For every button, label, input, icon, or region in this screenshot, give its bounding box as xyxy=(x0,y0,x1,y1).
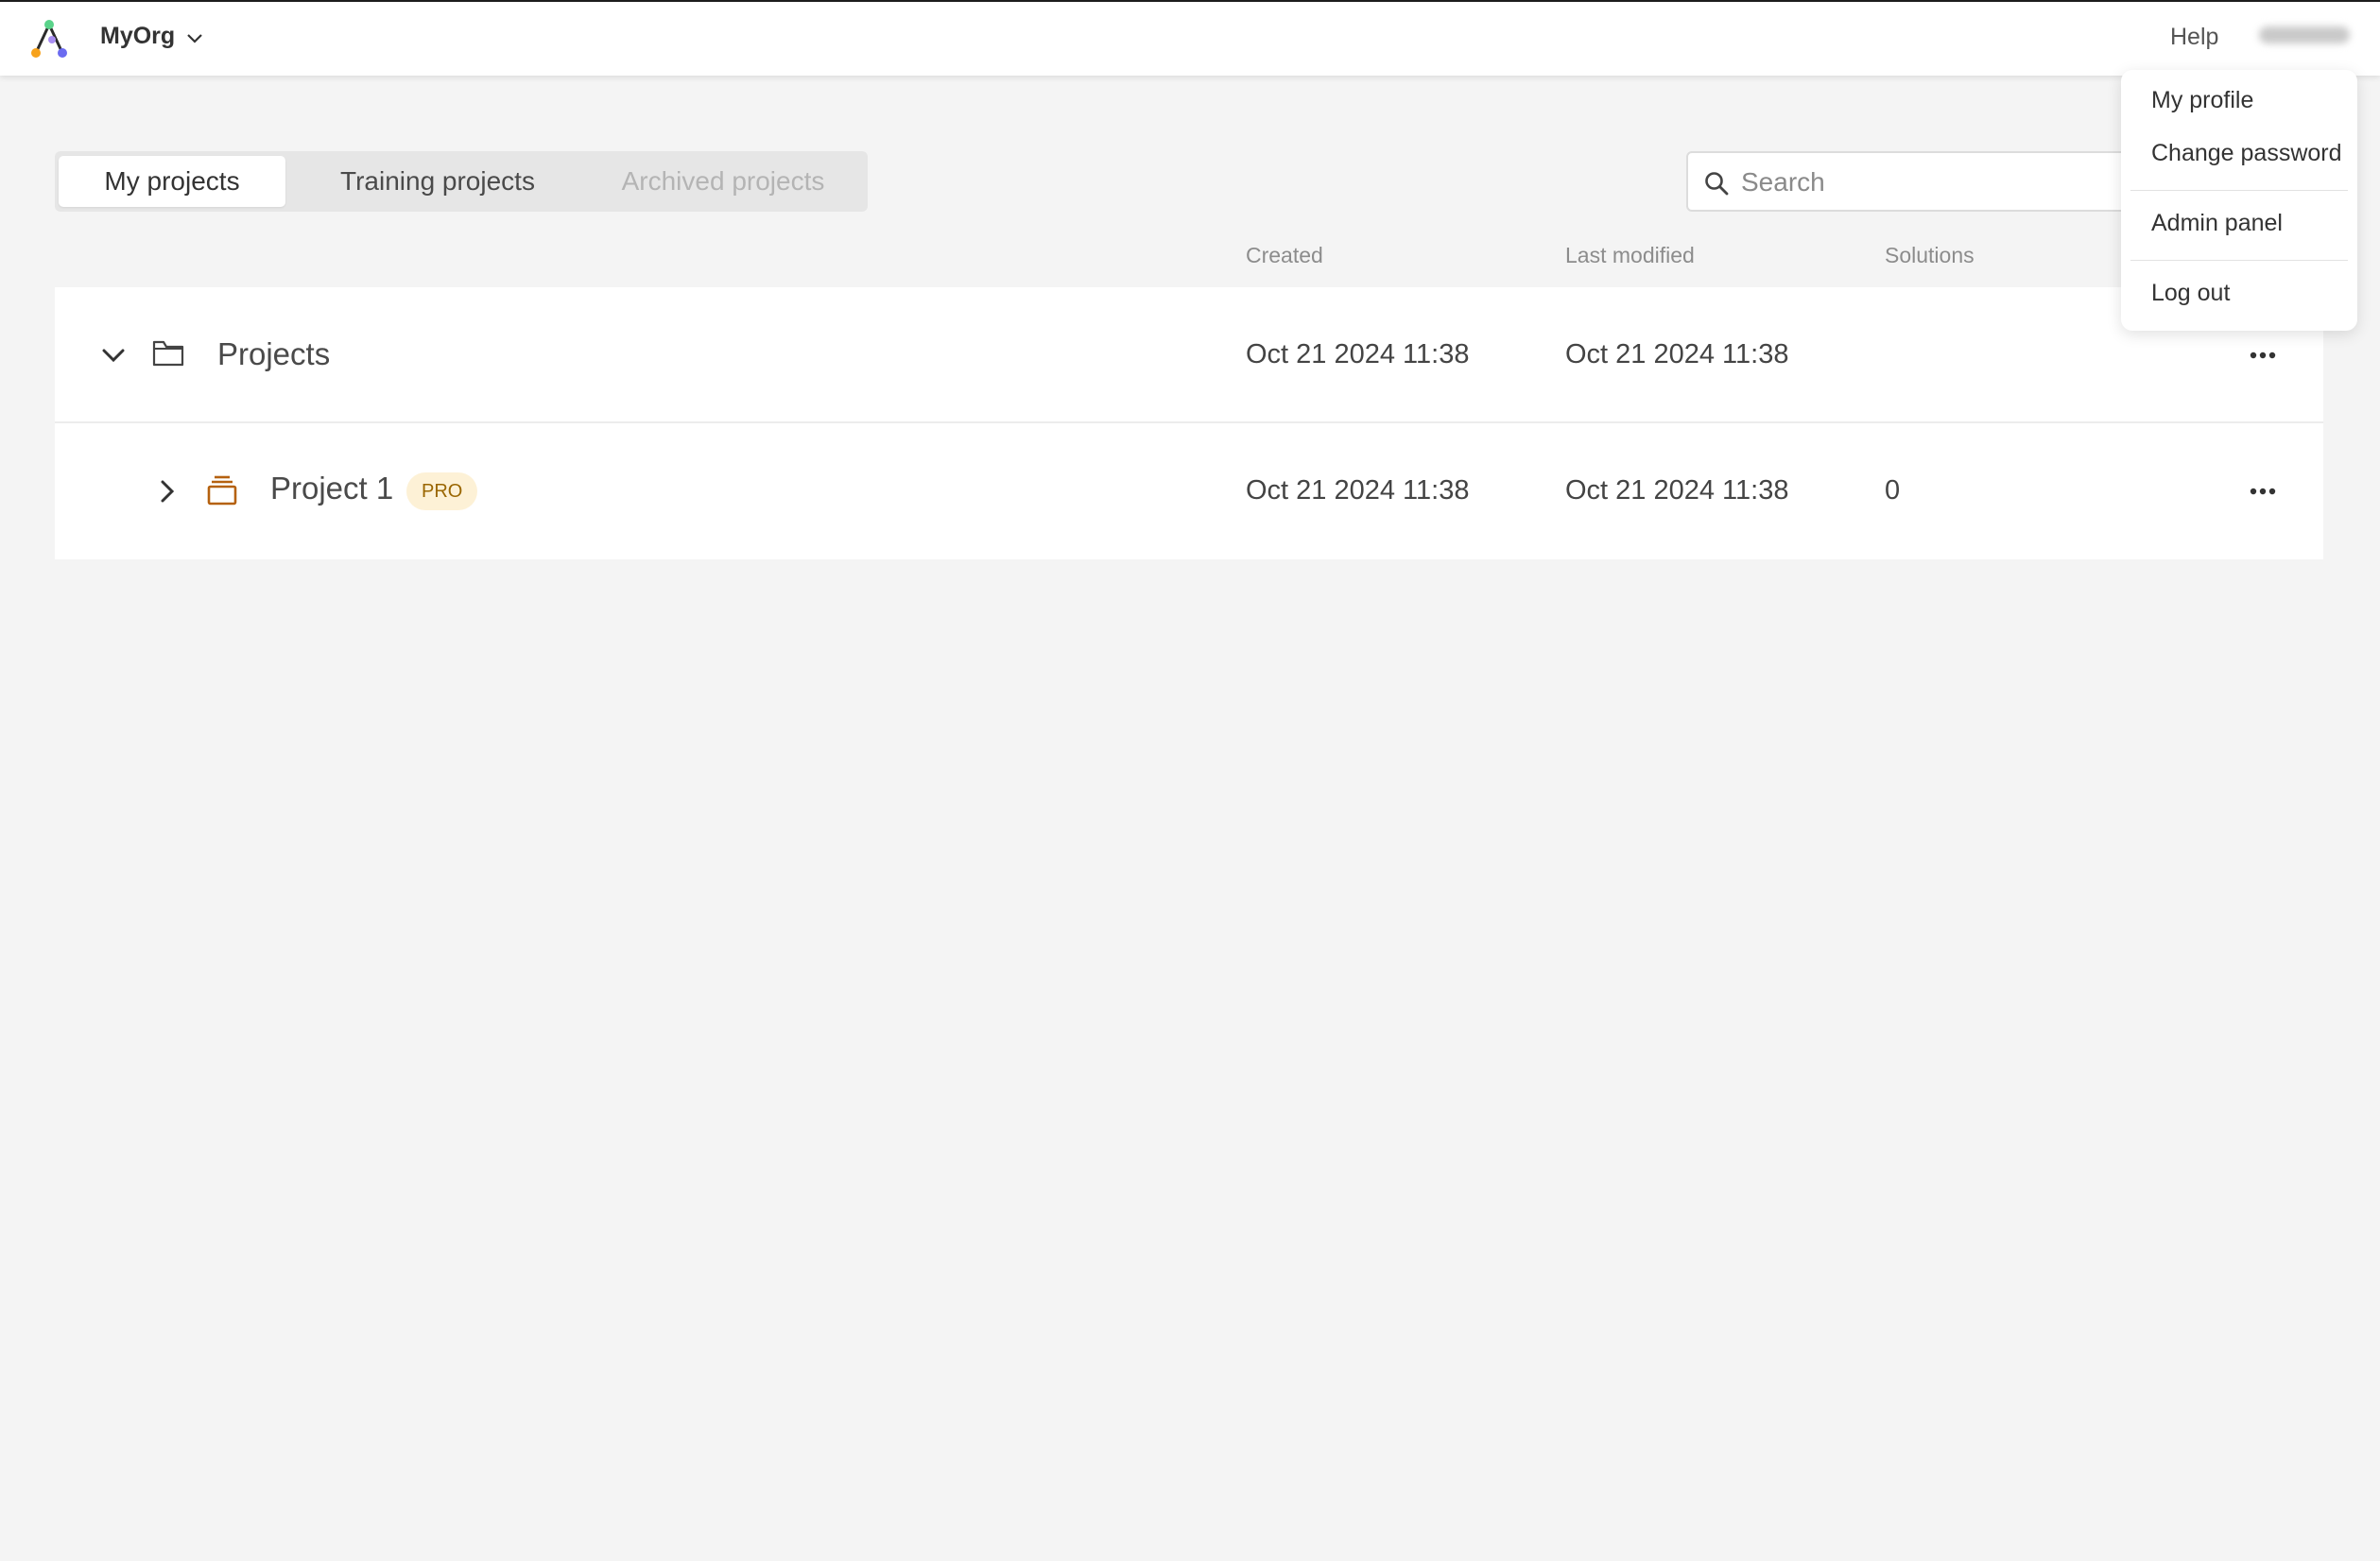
tab-training-projects[interactable]: Training projects xyxy=(319,156,556,207)
more-horizontal-icon[interactable] xyxy=(2244,472,2282,510)
stack-icon xyxy=(207,475,237,506)
menu-item-change-password[interactable]: Change password xyxy=(2151,140,2342,167)
pro-badge: PRO xyxy=(406,472,478,510)
project-tabs: My projects Training projects Archived p… xyxy=(55,151,868,212)
more-horizontal-icon[interactable] xyxy=(2244,336,2282,374)
user-menu-trigger[interactable] xyxy=(2259,26,2350,43)
help-link[interactable]: Help xyxy=(2170,24,2218,51)
row-created: Oct 21 2024 11:38 xyxy=(1246,339,1470,369)
row-name[interactable]: Project 1 xyxy=(270,471,393,506)
table-row[interactable]: Projects Oct 21 2024 11:38 Oct 21 2024 1… xyxy=(55,287,2323,423)
user-dropdown-menu: My profile Change password Admin panel L… xyxy=(2121,70,2357,331)
chevron-right-icon[interactable] xyxy=(155,478,180,505)
menu-item-log-out[interactable]: Log out xyxy=(2151,280,2230,307)
menu-divider xyxy=(2130,260,2348,261)
chevron-down-icon[interactable] xyxy=(100,342,127,369)
menu-item-my-profile[interactable]: My profile xyxy=(2151,87,2253,114)
top-bar: MyOrg Help xyxy=(0,0,2380,76)
row-created: Oct 21 2024 11:38 xyxy=(1246,475,1470,506)
folder-icon xyxy=(152,340,184,367)
search-icon xyxy=(1705,172,1729,196)
row-last-modified: Oct 21 2024 11:38 xyxy=(1565,339,1789,369)
projects-table: Projects Oct 21 2024 11:38 Oct 21 2024 1… xyxy=(55,287,2323,559)
search-box[interactable] xyxy=(1686,151,2159,212)
row-last-modified: Oct 21 2024 11:38 xyxy=(1565,475,1789,506)
table-row[interactable]: Project 1 PRO Oct 21 2024 11:38 Oct 21 2… xyxy=(55,423,2323,559)
row-solutions: 0 xyxy=(1885,475,1901,506)
column-header-solutions[interactable]: Solutions xyxy=(1885,243,1975,268)
app-logo[interactable] xyxy=(28,19,70,59)
row-name[interactable]: Projects xyxy=(217,336,330,372)
chevron-down-icon[interactable] xyxy=(185,28,204,47)
tab-archived-projects[interactable]: Archived projects xyxy=(595,156,851,207)
column-header-last-modified[interactable]: Last modified xyxy=(1565,243,1695,268)
column-header-created[interactable]: Created xyxy=(1246,243,1323,268)
menu-item-admin-panel[interactable]: Admin panel xyxy=(2151,210,2283,237)
menu-divider xyxy=(2130,190,2348,191)
tab-my-projects[interactable]: My projects xyxy=(59,156,285,207)
org-name[interactable]: MyOrg xyxy=(100,23,175,50)
search-input[interactable] xyxy=(1739,159,2140,206)
